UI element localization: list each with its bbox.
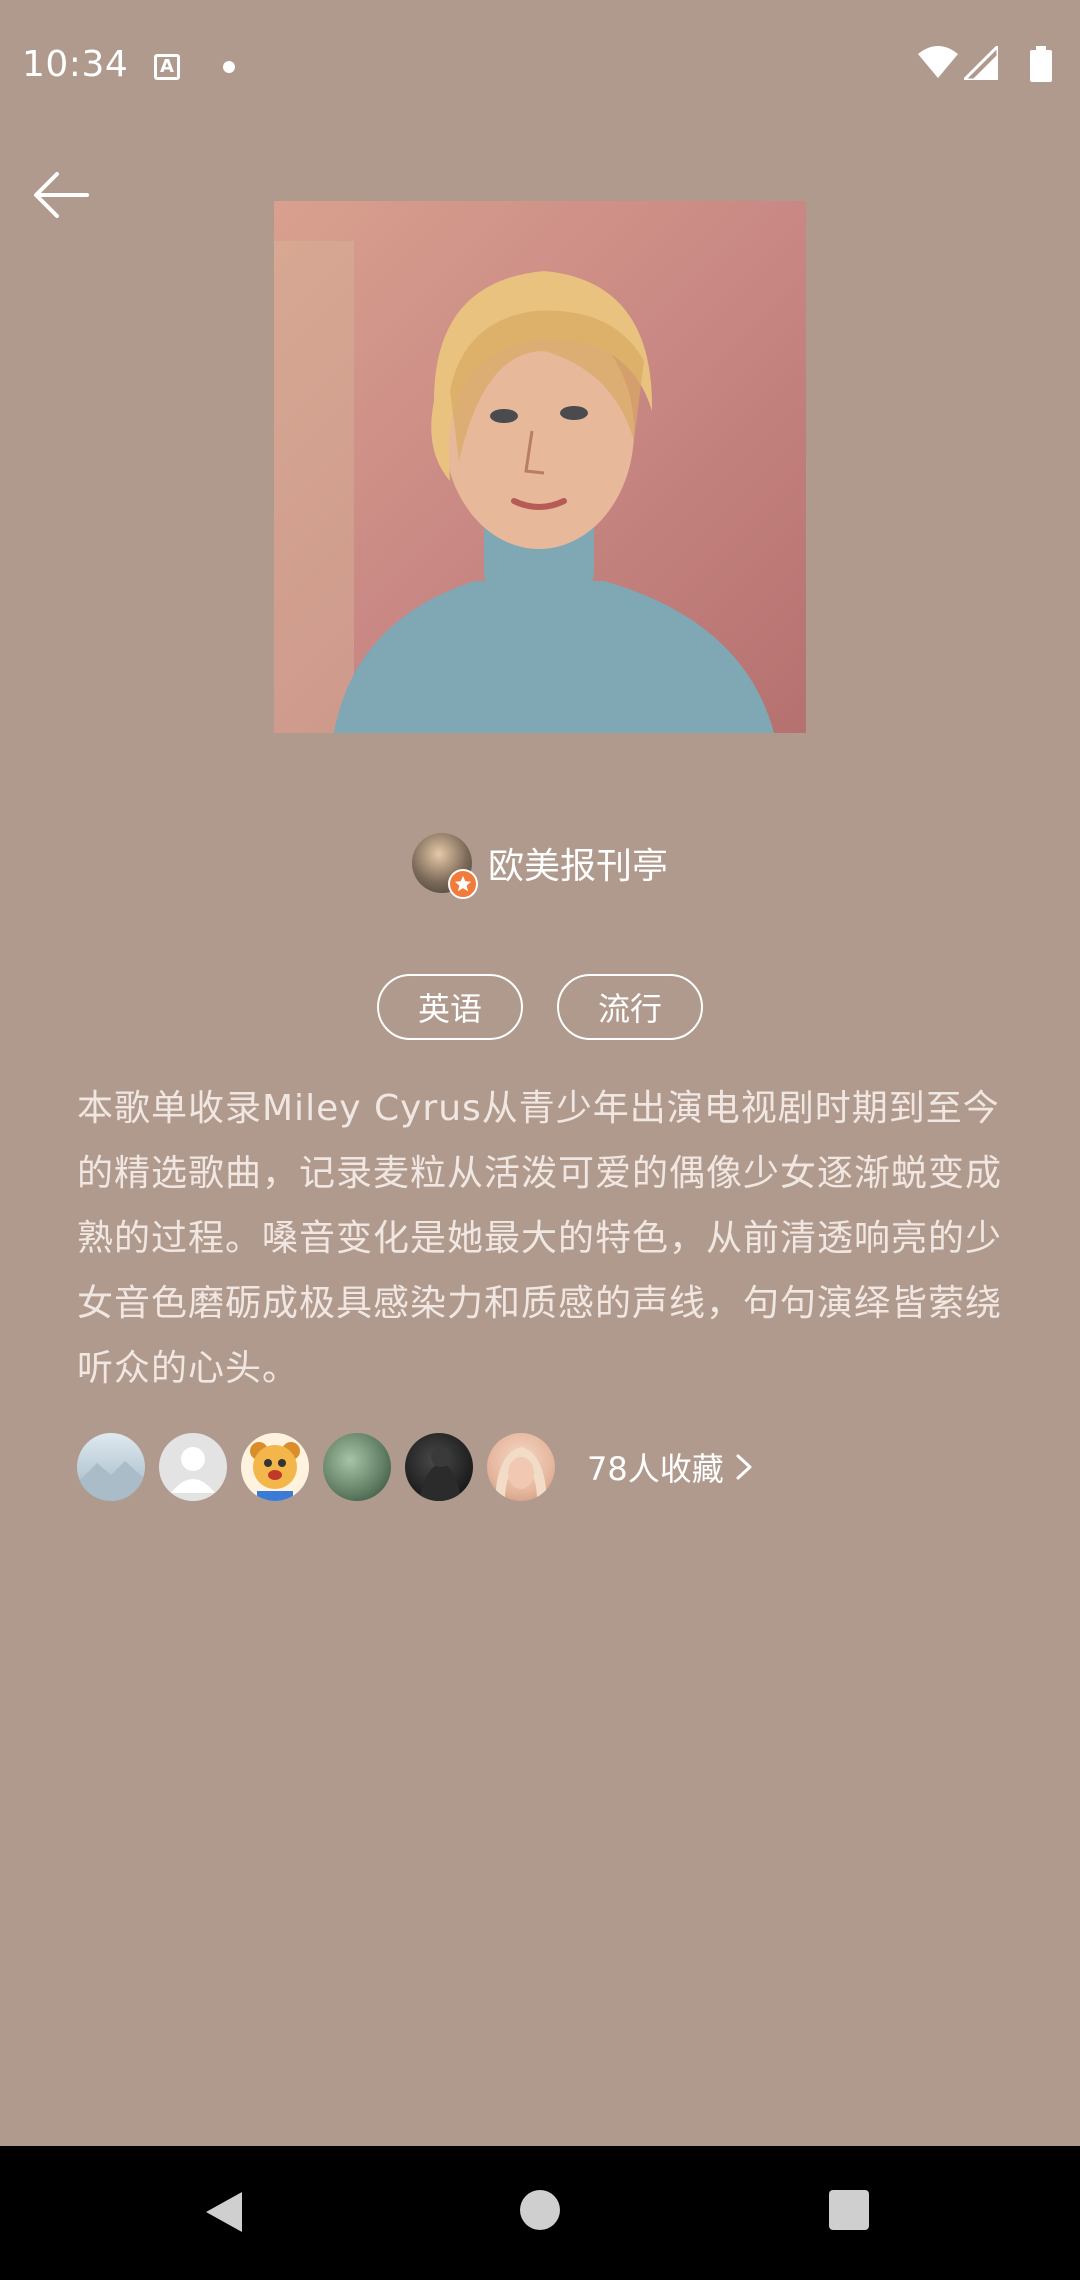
- chevron-right-icon: [736, 1454, 752, 1480]
- triangle-back-icon[interactable]: [204, 2190, 244, 2234]
- star-badge-icon: [447, 869, 478, 899]
- collector-avatar: [487, 1433, 555, 1501]
- creator-row[interactable]: 欧美报刊亭: [0, 832, 1080, 899]
- avatar: [411, 833, 478, 899]
- collectors-row[interactable]: 78人收藏: [77, 1432, 754, 1502]
- collector-avatar: [241, 1433, 309, 1501]
- cover-portrait: [274, 201, 806, 733]
- playlist-description: 本歌单收录Miley Cyrus从青少年出演电视剧时期到至今的精选歌曲，记录麦粒…: [77, 1088, 1003, 1389]
- creator-name: 欧美报刊亭: [487, 846, 668, 887]
- collector-avatar: [323, 1433, 391, 1501]
- arrow-left-icon: [34, 172, 89, 218]
- tag-list: 英语 流行: [0, 974, 1080, 1040]
- circle-home-icon[interactable]: [520, 2190, 560, 2230]
- wifi-icon: [918, 46, 958, 78]
- status-bar: 10:34 A: [0, 0, 1080, 140]
- back-button[interactable]: [26, 160, 96, 230]
- collector-avatar: [77, 1433, 145, 1501]
- collector-avatar: [405, 1433, 473, 1501]
- playlist-cover[interactable]: [274, 201, 806, 733]
- status-time: 10:34: [22, 44, 129, 85]
- collect-count-label: 78人收藏: [587, 1450, 724, 1488]
- collector-avatar: [159, 1433, 227, 1501]
- tag-pop[interactable]: 流行: [557, 974, 703, 1040]
- navigation-bar: [0, 2146, 1080, 2280]
- square-recents-icon[interactable]: [829, 2190, 869, 2230]
- dot-icon: [223, 61, 235, 73]
- battery-icon: [1030, 46, 1052, 82]
- tag-english[interactable]: 英语: [377, 974, 523, 1040]
- signal-icon: [964, 46, 998, 80]
- collect-count-link[interactable]: 78人收藏: [587, 1444, 754, 1490]
- a-icon: A: [154, 54, 180, 80]
